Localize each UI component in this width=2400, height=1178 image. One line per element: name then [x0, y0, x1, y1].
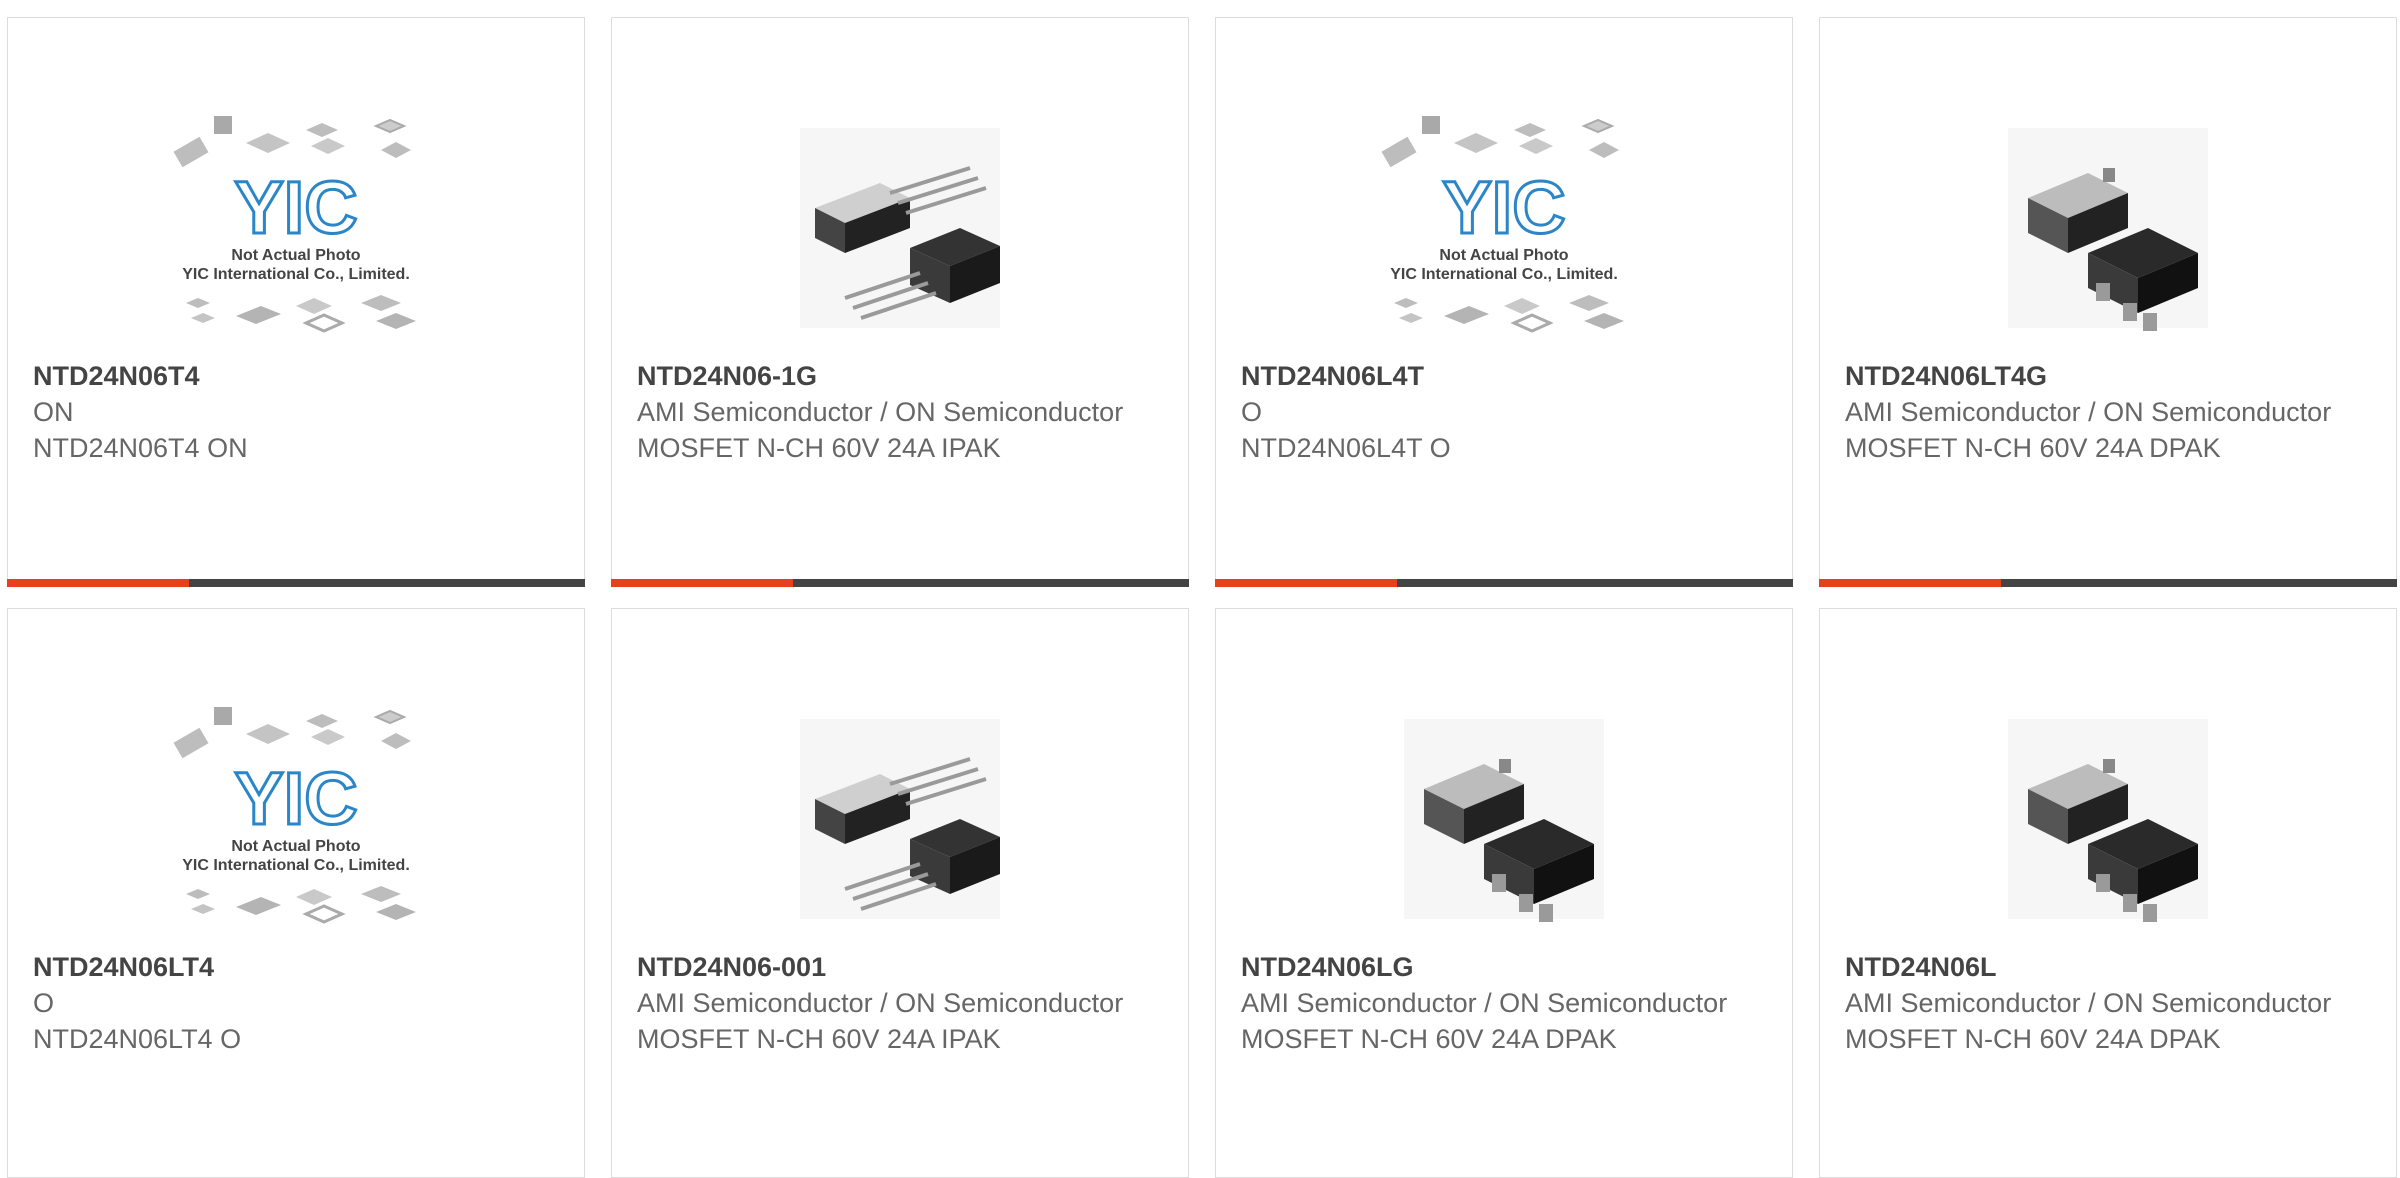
- product-image[interactable]: [8, 679, 584, 959]
- product-description: MOSFET N-CH 60V 24A DPAK: [1241, 1024, 1617, 1054]
- product-image[interactable]: [612, 88, 1188, 368]
- product-description: MOSFET N-CH 60V 24A DPAK: [1845, 433, 2221, 463]
- product-title[interactable]: NTD24N06LT4: [33, 949, 559, 985]
- product-image[interactable]: [1216, 679, 1792, 959]
- product-card[interactable]: NTD24N06LG AMI Semiconductor / ON Semico…: [1215, 608, 1793, 1178]
- product-card[interactable]: NTD24N06LT4G AMI Semiconductor / ON Semi…: [1819, 17, 2397, 587]
- card-accent-bar: [1215, 579, 1793, 587]
- dpak-package-icon: [1404, 719, 1604, 922]
- ipak-package-icon: [798, 717, 1002, 921]
- product-title[interactable]: NTD24N06L: [1845, 949, 2371, 985]
- product-description: MOSFET N-CH 60V 24A DPAK: [1845, 1024, 2221, 1054]
- card-accent-bar: [611, 579, 1189, 587]
- product-card[interactable]: NTD24N06-001 AMI Semiconductor / ON Semi…: [611, 608, 1189, 1178]
- product-description: NTD24N06L4T O: [1241, 433, 1451, 463]
- card-accent-bar: [1819, 579, 2397, 587]
- product-card[interactable]: NTD24N06L AMI Semiconductor / ON Semicon…: [1819, 608, 2397, 1178]
- ipak-package-icon: [798, 126, 1002, 330]
- product-title[interactable]: NTD24N06LG: [1241, 949, 1767, 985]
- product-manufacturer: AMI Semiconductor / ON Semiconductor: [1241, 988, 1728, 1018]
- product-image[interactable]: [1820, 88, 2396, 368]
- product-image[interactable]: [612, 679, 1188, 959]
- product-title[interactable]: NTD24N06T4: [33, 358, 559, 394]
- dpak-package-icon: [2008, 719, 2208, 922]
- product-image[interactable]: [8, 88, 584, 368]
- not-actual-photo-placeholder-icon: [1380, 114, 1626, 333]
- product-image[interactable]: [1820, 679, 2396, 959]
- product-manufacturer: AMI Semiconductor / ON Semiconductor: [637, 397, 1124, 427]
- product-manufacturer: AMI Semiconductor / ON Semiconductor: [1845, 397, 2332, 427]
- dpak-package-icon: [2008, 128, 2208, 331]
- product-manufacturer: AMI Semiconductor / ON Semiconductor: [637, 988, 1124, 1018]
- not-actual-photo-placeholder-icon: [172, 705, 418, 924]
- product-description: MOSFET N-CH 60V 24A IPAK: [637, 433, 1001, 463]
- product-title[interactable]: NTD24N06-1G: [637, 358, 1163, 394]
- product-manufacturer: O: [33, 988, 55, 1018]
- product-description: MOSFET N-CH 60V 24A IPAK: [637, 1024, 1001, 1054]
- product-image[interactable]: [1216, 88, 1792, 368]
- not-actual-photo-placeholder-icon: [172, 114, 418, 333]
- product-card[interactable]: NTD24N06T4 ON NTD24N06T4 ON: [7, 17, 585, 587]
- product-title[interactable]: NTD24N06L4T: [1241, 358, 1767, 394]
- product-manufacturer: ON: [33, 397, 74, 427]
- product-card[interactable]: NTD24N06LT4 O NTD24N06LT4 O: [7, 608, 585, 1178]
- product-title[interactable]: NTD24N06LT4G: [1845, 358, 2371, 394]
- product-manufacturer: O: [1241, 397, 1263, 427]
- product-description: NTD24N06LT4 O: [33, 1024, 242, 1054]
- product-title[interactable]: NTD24N06-001: [637, 949, 1163, 985]
- card-accent-bar: [7, 579, 585, 587]
- product-description: NTD24N06T4 ON: [33, 433, 248, 463]
- product-manufacturer: AMI Semiconductor / ON Semiconductor: [1845, 988, 2332, 1018]
- product-card[interactable]: NTD24N06L4T O NTD24N06L4T O: [1215, 17, 1793, 587]
- product-card[interactable]: NTD24N06-1G AMI Semiconductor / ON Semic…: [611, 17, 1189, 587]
